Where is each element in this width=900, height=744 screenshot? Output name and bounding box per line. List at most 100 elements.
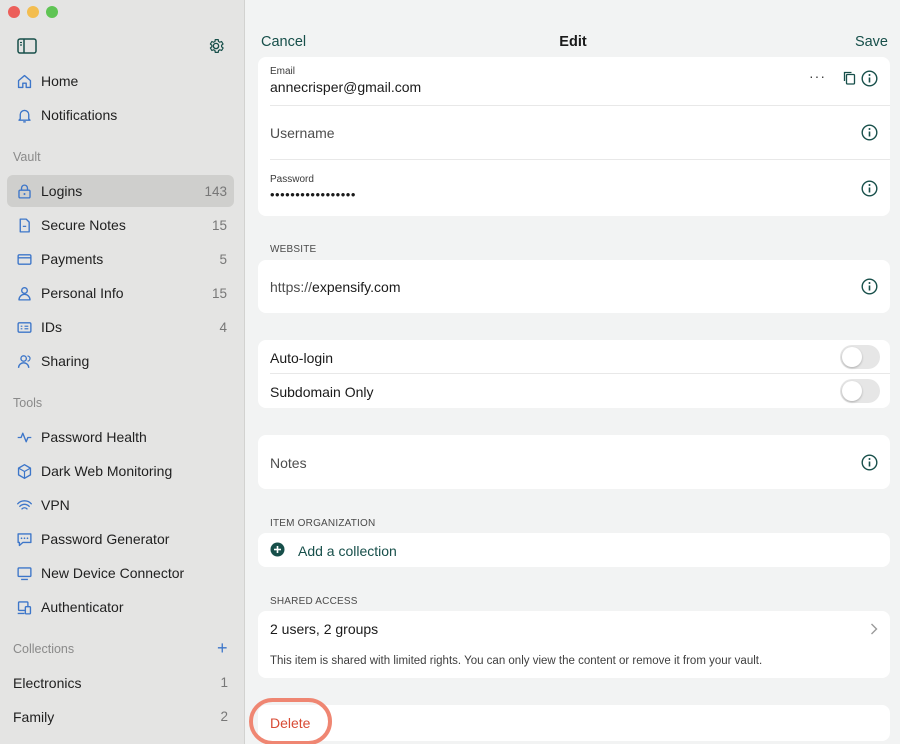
sidebar-item-password-generator[interactable]: Password Generator: [7, 523, 234, 555]
shared-users-label: 2 users, 2 groups: [270, 621, 379, 637]
subdomain-only-row[interactable]: Subdomain Only: [270, 374, 890, 408]
website-row[interactable]: https://expensify.com: [270, 260, 890, 313]
credentials-card: Email annecrisper@gmail.com ··· Username…: [258, 57, 890, 216]
username-field[interactable]: Username: [270, 125, 335, 141]
section-label-tools: Tools: [13, 396, 43, 410]
sidebar-item-label: IDs: [41, 319, 62, 335]
add-collection-button[interactable]: Add a collection: [298, 543, 397, 559]
authenticator-icon: [15, 598, 33, 616]
sidebar-item-authenticator[interactable]: Authenticator: [7, 591, 234, 623]
sidebar-item-label: Dark Web Monitoring: [41, 463, 173, 479]
url-domain: expensify.com: [312, 279, 401, 295]
page-title: Edit: [559, 34, 587, 50]
add-collection-row[interactable]: Add a collection: [270, 533, 890, 567]
gear-icon[interactable]: [205, 37, 227, 55]
copy-icon[interactable]: [843, 71, 856, 85]
username-row[interactable]: Username: [270, 106, 890, 160]
section-label-shared-access: SHARED ACCESS: [270, 596, 358, 607]
email-field[interactable]: annecrisper@gmail.com: [270, 79, 421, 95]
section-label-collections: Collections: [13, 642, 75, 656]
password-field[interactable]: •••••••••••••••••: [270, 187, 356, 202]
info-icon[interactable]: [861, 70, 878, 87]
organization-card: Add a collection: [258, 533, 890, 567]
info-icon[interactable]: [861, 180, 878, 197]
login-options-card: Auto-login Subdomain Only: [258, 340, 890, 408]
website-card[interactable]: https://expensify.com: [258, 260, 890, 313]
shared-access-description: This item is shared with limited rights.…: [270, 655, 763, 667]
section-label-item-organization: ITEM ORGANIZATION: [270, 518, 376, 529]
collection-count: 2: [220, 709, 228, 724]
sidebar-item-label: Personal Info: [41, 285, 124, 301]
auto-login-label: Auto-login: [270, 350, 334, 366]
sidebar-item-label: New Device Connector: [41, 565, 185, 581]
sidebar-item-dark-web-monitoring[interactable]: Dark Web Monitoring: [7, 455, 234, 487]
zoom-window-button[interactable]: [46, 6, 58, 18]
sidebar-collection-electronics[interactable]: Electronics 1: [13, 675, 228, 691]
sidebar-item-label: Password Health: [41, 429, 147, 445]
sidebar-toggle-icon[interactable]: [16, 37, 38, 55]
edit-panel: Edit Cancel Save Email annecrisper@gmail…: [246, 0, 900, 744]
notes-row[interactable]: Notes: [270, 435, 890, 489]
minimize-window-button[interactable]: [27, 6, 39, 18]
sidebar-item-label: Payments: [41, 251, 104, 267]
email-label: Email: [270, 66, 296, 77]
sidebar-item-secure-notes[interactable]: Secure Notes 15: [7, 209, 234, 241]
info-icon[interactable]: [861, 278, 878, 295]
notes-field[interactable]: Notes: [270, 455, 307, 471]
save-button[interactable]: Save: [855, 34, 888, 50]
window-controls: [8, 6, 58, 18]
close-window-button[interactable]: [8, 6, 20, 18]
more-options-icon[interactable]: ···: [809, 68, 826, 84]
monitor-icon: [15, 564, 33, 582]
subdomain-only-toggle[interactable]: [840, 379, 880, 403]
cancel-button[interactable]: Cancel: [261, 34, 306, 50]
sidebar-item-payments[interactable]: Payments 5: [7, 243, 234, 275]
sidebar-item-new-device-connector[interactable]: New Device Connector: [7, 557, 234, 589]
wifi-icon: [15, 496, 33, 514]
url-prefix: https://: [270, 279, 313, 295]
sidebar-item-vpn[interactable]: VPN: [7, 489, 234, 521]
sidebar-item-notifications[interactable]: Notifications: [7, 99, 234, 131]
shared-users-row[interactable]: 2 users, 2 groups: [270, 611, 890, 645]
sidebar-item-label: Notifications: [41, 107, 118, 123]
info-icon[interactable]: [861, 454, 878, 471]
sidebar-item-label: Home: [41, 73, 79, 89]
card-icon: [15, 250, 33, 268]
person-icon: [15, 284, 33, 302]
cube-icon: [15, 462, 33, 480]
delete-button[interactable]: Delete: [270, 715, 310, 731]
email-row[interactable]: Email annecrisper@gmail.com ···: [270, 57, 890, 106]
website-url-field[interactable]: https://expensify.com: [270, 279, 400, 295]
sidebar-item-label: Sharing: [41, 353, 90, 369]
lock-icon: [15, 182, 33, 200]
sharing-icon: [15, 352, 33, 370]
sidebar-item-sharing[interactable]: Sharing: [7, 345, 234, 377]
sidebar-item-count: 4: [219, 319, 227, 335]
chevron-right-icon: [870, 622, 878, 635]
sidebar-item-count: 143: [204, 183, 227, 199]
sidebar-item-label: Secure Notes: [41, 217, 126, 233]
sidebar-item-personal-info[interactable]: Personal Info 15: [7, 277, 234, 309]
auto-login-toggle[interactable]: [840, 345, 880, 369]
sidebar-item-label: VPN: [41, 497, 70, 513]
sidebar-item-password-health[interactable]: Password Health: [7, 421, 234, 453]
auto-login-row[interactable]: Auto-login: [270, 340, 890, 374]
sidebar-item-ids[interactable]: IDs 4: [7, 311, 234, 343]
notes-card[interactable]: Notes: [258, 435, 890, 489]
sidebar-item-count: 15: [211, 285, 227, 301]
collection-label: Family: [13, 709, 55, 725]
sidebar-item-logins[interactable]: Logins 143: [7, 175, 234, 207]
collection-count: 1: [220, 675, 228, 690]
delete-card: [258, 705, 890, 741]
info-icon[interactable]: [861, 124, 878, 141]
subdomain-only-label: Subdomain Only: [270, 384, 374, 400]
sidebar-item-label: Authenticator: [41, 599, 124, 615]
sidebar-item-home[interactable]: Home: [7, 65, 234, 97]
section-label-website: WEBSITE: [270, 244, 317, 255]
sidebar-collection-family[interactable]: Family 2: [13, 709, 228, 725]
pulse-icon: [15, 428, 33, 446]
password-label: Password: [270, 174, 314, 185]
password-row[interactable]: Password •••••••••••••••••: [270, 160, 890, 216]
add-collection-plus-icon[interactable]: +: [217, 639, 228, 657]
section-label-vault: Vault: [13, 150, 41, 164]
